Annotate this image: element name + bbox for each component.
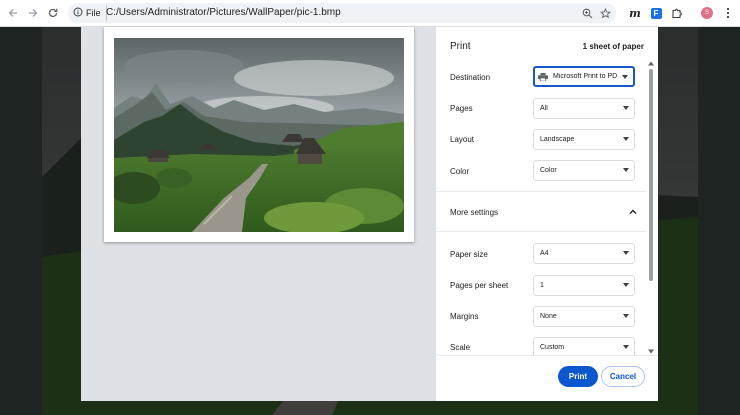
profile-icon[interactable]: S — [699, 5, 715, 21]
star-icon[interactable] — [597, 5, 613, 21]
preview-photo — [114, 38, 404, 232]
settings-scrollbar[interactable] — [647, 59, 655, 355]
scale-label: Scale — [450, 343, 471, 352]
address-bar[interactable]: File C:/Users/Administrator/Pictures/Wal… — [68, 3, 616, 23]
print-dialog: Print 1 sheet of paper Destination Micro… — [81, 27, 658, 401]
print-settings-panel: Print 1 sheet of paper Destination Micro… — [436, 27, 658, 401]
preview-page — [104, 27, 414, 242]
cancel-button[interactable]: Cancel — [601, 366, 645, 387]
forward-arrow-icon[interactable] — [24, 4, 42, 22]
site-info-chip[interactable]: File — [73, 5, 107, 21]
scroll-thumb[interactable] — [649, 69, 653, 281]
avatar: S — [701, 7, 713, 19]
zoom-icon[interactable] — [579, 5, 595, 21]
scale-select[interactable]: Custom — [533, 337, 635, 355]
kebab-menu-icon[interactable] — [720, 5, 736, 21]
puzzle-icon[interactable] — [669, 5, 685, 21]
file-chip-label: File — [86, 8, 101, 18]
back-arrow-icon[interactable] — [4, 4, 22, 22]
m-extension-icon[interactable]: m — [627, 5, 643, 21]
print-preview-area — [81, 27, 436, 401]
scroll-down-icon[interactable] — [647, 347, 655, 355]
settings-scroll-viewport: Scale Custom — [436, 27, 646, 355]
f-extension-icon[interactable]: F — [648, 5, 664, 21]
scroll-up-icon[interactable] — [647, 59, 655, 67]
reload-icon[interactable] — [44, 4, 62, 22]
scale-value: Custom — [540, 344, 565, 351]
divider — [436, 355, 658, 356]
url-text[interactable]: C:/Users/Administrator/Pictures/WallPape… — [106, 7, 341, 18]
chevron-down-icon — [623, 345, 629, 349]
browser-toolbar: File C:/Users/Administrator/Pictures/Wal… — [0, 0, 740, 27]
info-icon — [73, 7, 83, 19]
print-button[interactable]: Print — [558, 366, 598, 387]
